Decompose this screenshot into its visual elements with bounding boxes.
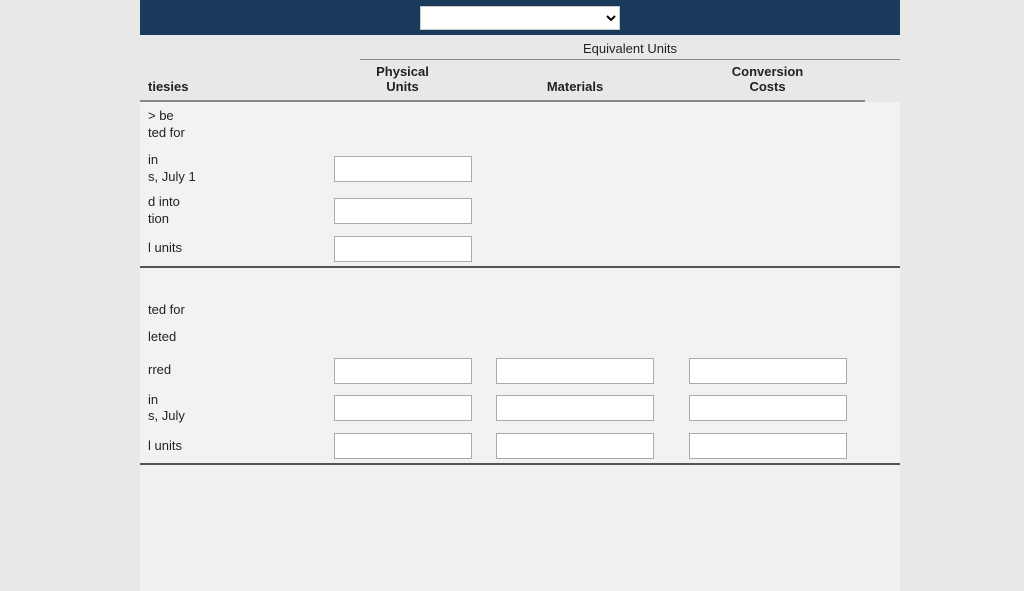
section2-row3-materials-input[interactable] [496, 395, 654, 421]
spacer1 [140, 268, 900, 298]
conversion-costs-column-header: Conversion Costs [670, 60, 865, 102]
section2-row2-physical-wrap [325, 358, 480, 384]
section2-row1: leted [140, 322, 900, 354]
section2-row3-label: in s, July [140, 392, 325, 426]
section2-row2-materials-wrap [480, 358, 670, 384]
section1-row1: > be ted for [140, 102, 900, 148]
right-sidebar [900, 0, 1024, 591]
section1-row3: d into tion [140, 190, 900, 232]
section2-row2: rred [140, 354, 900, 388]
section2-row3-materials-wrap [480, 395, 670, 421]
main-container: Equivalent Units tiesies Physical Units … [140, 0, 900, 591]
section2-row2-label: rred [140, 362, 325, 379]
section2-row4-conversion-wrap [670, 433, 865, 459]
section2-row3-conversion-wrap [670, 395, 865, 421]
section2-row3: in s, July [140, 388, 900, 430]
page-wrapper: Equivalent Units tiesies Physical Units … [0, 0, 1024, 591]
materials-column-header: Materials [480, 75, 670, 102]
section1-row4-physical-input[interactable] [334, 236, 472, 262]
section2-row4-materials-input[interactable] [496, 433, 654, 459]
section1-row3-physical-wrap [325, 198, 480, 224]
section2-row1-label: leted [140, 329, 325, 346]
section2-row4-physical-input[interactable] [334, 433, 472, 459]
activities-column-header: tiesies [140, 75, 325, 102]
section2-row2-physical-input[interactable] [334, 358, 472, 384]
content-area: > be ted for in s, July 1 d into [140, 102, 900, 465]
section2-row4-conversion-input[interactable] [689, 433, 847, 459]
section2-header-row: ted for [140, 298, 900, 322]
top-dropdown[interactable] [420, 6, 620, 30]
section1-row4-physical-wrap [325, 236, 480, 262]
section2-row2-conversion-input[interactable] [689, 358, 847, 384]
section1-row1-label: > be ted for [140, 108, 325, 142]
section1-row2: in s, July 1 [140, 148, 900, 190]
section2-row3-conversion-input[interactable] [689, 395, 847, 421]
section2-row2-materials-input[interactable] [496, 358, 654, 384]
column-labels-row: tiesies Physical Units Materials Convers… [140, 60, 900, 102]
section2-row4: l units [140, 429, 900, 465]
physical-units-column-header: Physical Units [325, 60, 480, 102]
section2-row3-physical-wrap [325, 395, 480, 421]
section1-row3-physical-input[interactable] [334, 198, 472, 224]
headers-wrapper: Equivalent Units tiesies Physical Units … [140, 35, 900, 102]
section2-row4-materials-wrap [480, 433, 670, 459]
section2-header-label: ted for [140, 302, 325, 317]
equiv-units-label: Equivalent Units [360, 35, 900, 60]
section2-row4-label: l units [140, 438, 325, 455]
equiv-units-row: Equivalent Units [140, 35, 900, 60]
section1-row2-label: in s, July 1 [140, 152, 325, 186]
section1-row4-label: l units [140, 240, 325, 257]
section2-row2-conversion-wrap [670, 358, 865, 384]
section1-row4: l units [140, 232, 900, 268]
section1-row2-physical-input[interactable] [334, 156, 472, 182]
section1-row2-physical-wrap [325, 156, 480, 182]
top-bar [140, 0, 900, 35]
section1-row3-label: d into tion [140, 194, 325, 228]
section2-row4-physical-wrap [325, 433, 480, 459]
section2-row3-physical-input[interactable] [334, 395, 472, 421]
left-sidebar [0, 0, 140, 591]
